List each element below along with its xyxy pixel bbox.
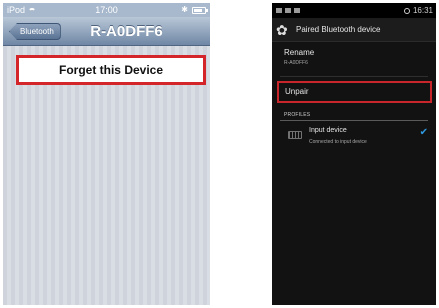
divider <box>280 76 428 77</box>
notification-icon <box>294 8 300 13</box>
profile-status: Connected to input device <box>309 139 367 145</box>
notification-icons <box>276 3 300 18</box>
action-bar-title: Paired Bluetooth device <box>296 25 381 34</box>
rename-item-value: R-A0DFF6 <box>284 60 308 66</box>
status-right: ✱ <box>181 3 208 17</box>
status-time: 17:00 <box>95 5 118 15</box>
notification-icon <box>285 8 291 13</box>
page-title: R-A0DFF6 <box>90 23 163 40</box>
forget-device-button[interactable]: Forget this Device <box>16 55 206 85</box>
rename-item-label[interactable]: Rename <box>284 48 314 57</box>
bluetooth-icon: ✱ <box>181 5 188 14</box>
ios-status-bar: iPod 17:00 ✱ <box>3 3 210 17</box>
profiles-section-header: PROFILES <box>284 112 311 118</box>
action-bar: ✿ Paired Bluetooth device <box>272 18 436 42</box>
notification-icon <box>276 8 282 13</box>
divider <box>280 120 428 121</box>
ios-navigation-bar: Bluetooth R-A0DFF6 <box>3 17 210 46</box>
keyboard-icon <box>288 131 302 139</box>
alarm-icon <box>403 7 410 14</box>
status-right: 16:31 <box>403 3 433 18</box>
android-status-bar: 16:31 <box>272 3 436 18</box>
status-time: 16:31 <box>412 6 433 15</box>
unpair-button[interactable]: Unpair <box>277 81 432 103</box>
battery-icon <box>192 6 208 14</box>
android-bluetooth-screen: 16:31 ✿ Paired Bluetooth device Rename R… <box>272 3 436 305</box>
profile-name[interactable]: Input device <box>309 127 347 134</box>
gear-icon[interactable]: ✿ <box>276 21 288 39</box>
ios-bluetooth-screen: iPod 17:00 ✱ Bluetooth R-A0DFF6 Forget t… <box>3 3 210 305</box>
checkmark-icon[interactable]: ✔ <box>420 127 428 138</box>
